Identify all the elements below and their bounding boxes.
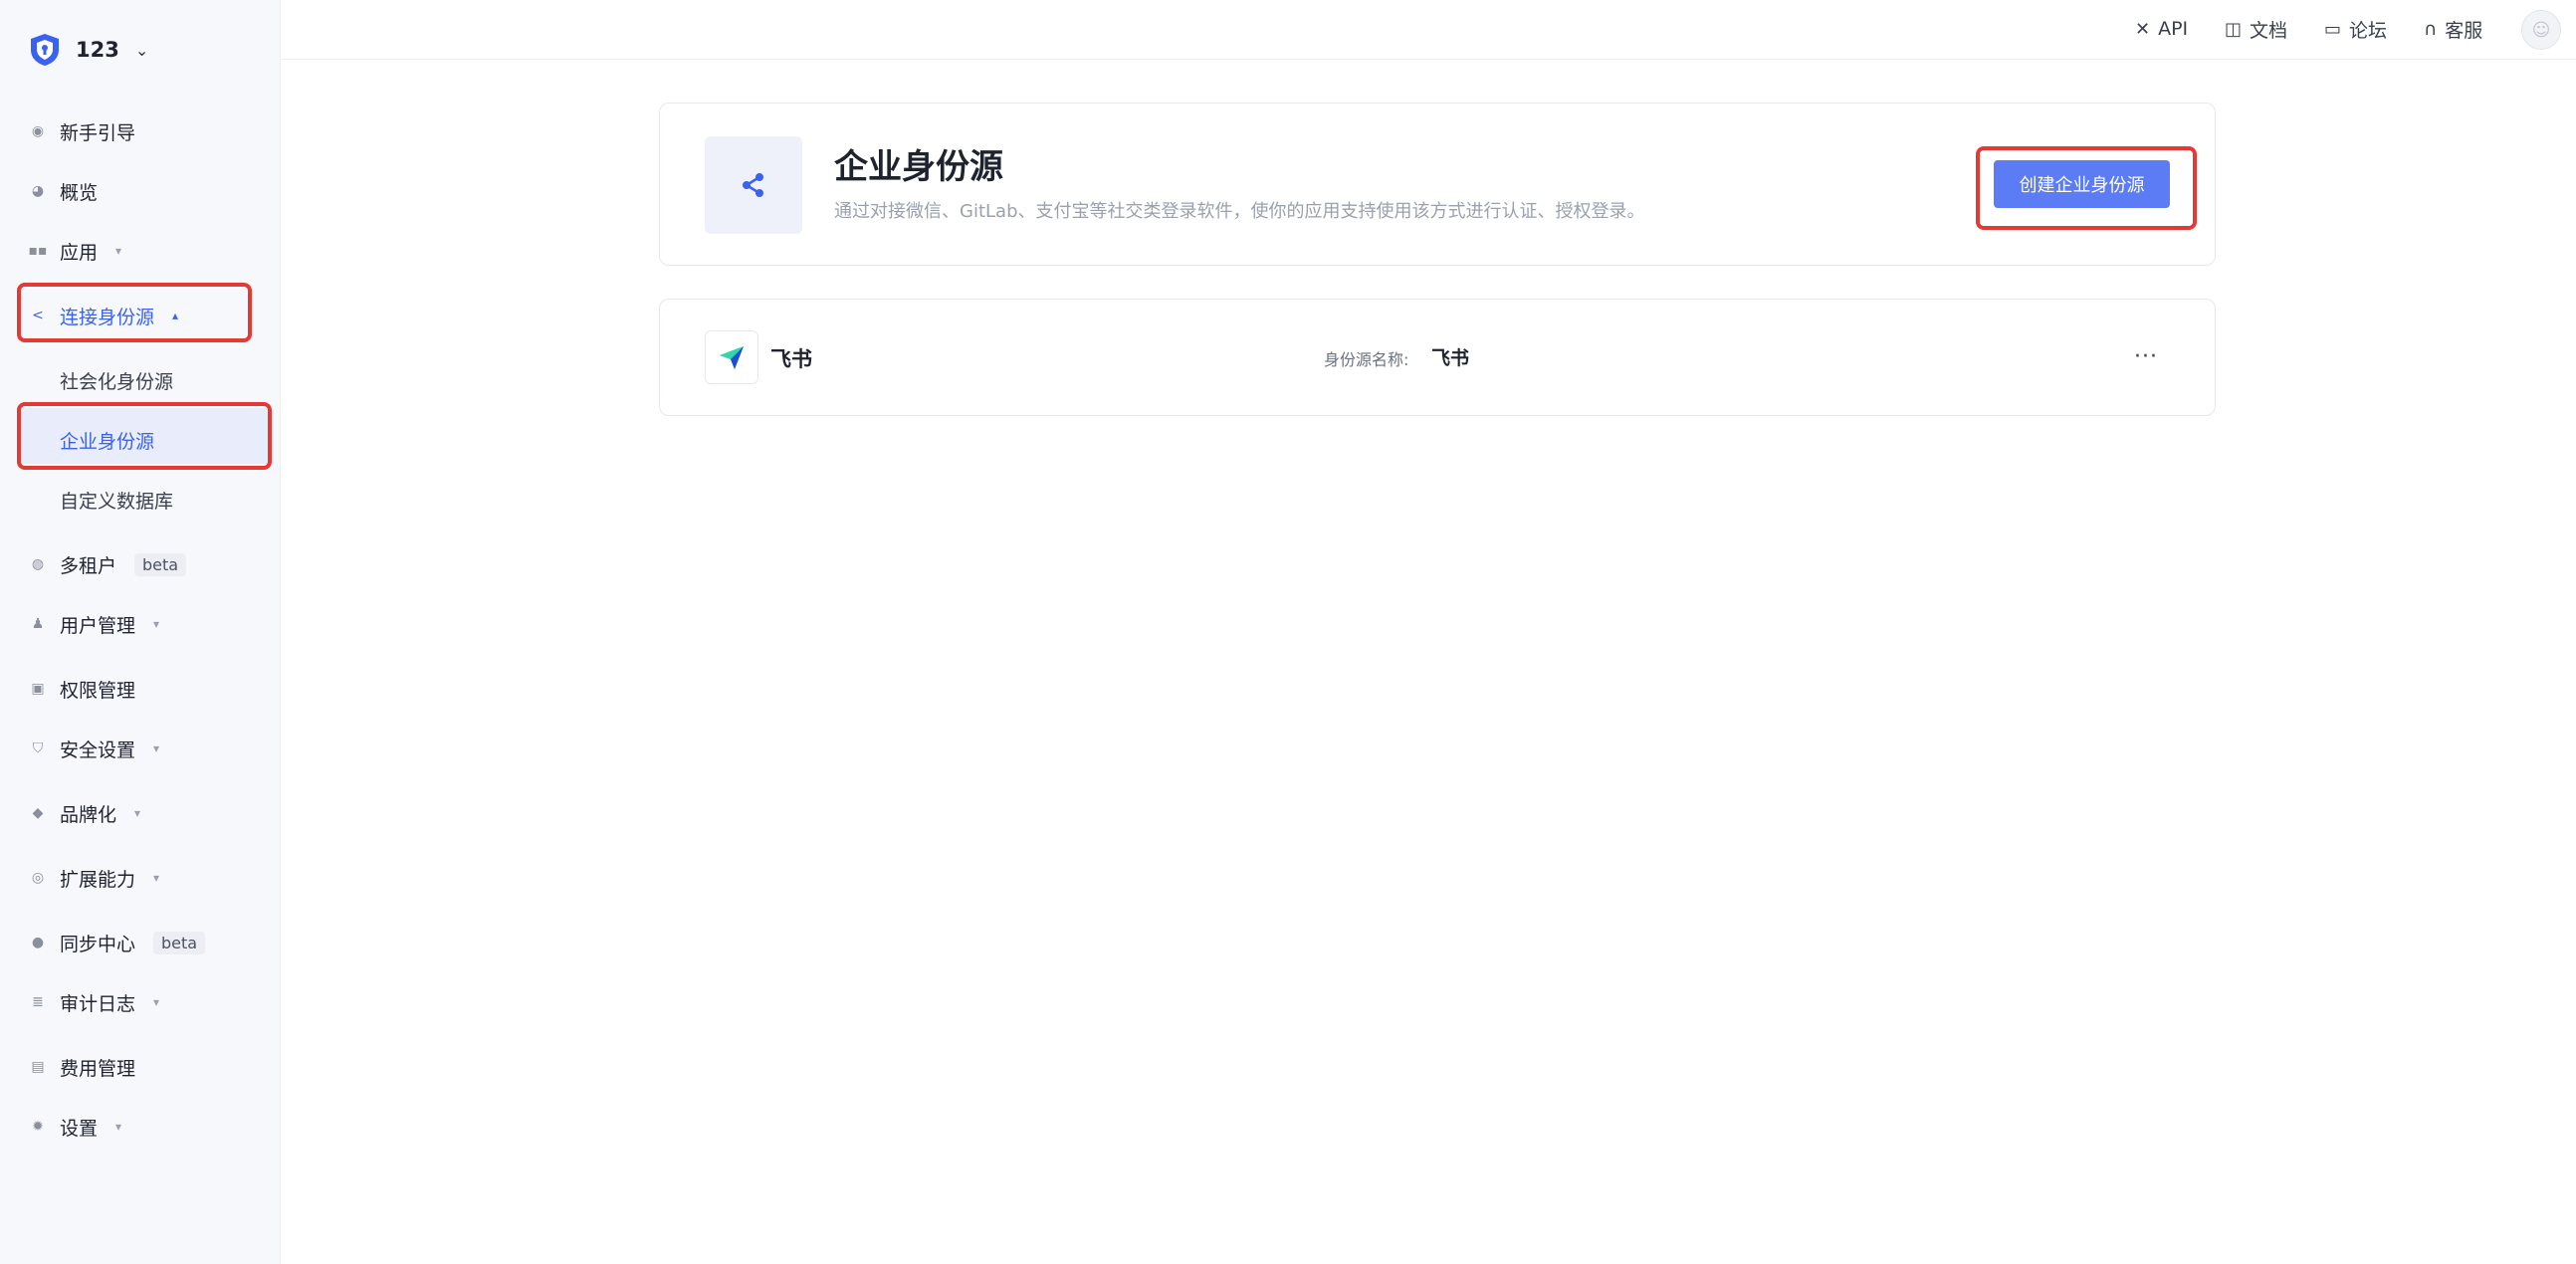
sidebar-item-label: 用户管理 — [60, 614, 136, 637]
api-link[interactable]: ✕ API — [2135, 14, 2188, 44]
sidebar-item-multi-tenant[interactable]: ◍ 多租户 beta — [30, 544, 187, 584]
sidebar-item-label: 应用 — [60, 241, 99, 264]
gear-icon: ✹ — [32, 1119, 44, 1135]
sidebar-item-label: 品牌化 — [60, 803, 117, 826]
support-link[interactable]: ∩ 客服 — [2424, 14, 2482, 44]
highlight-box-enterprise — [17, 402, 272, 470]
sidebar-item-apps[interactable]: ▪▪ 应用 ▾ — [28, 231, 122, 271]
sidebar-item-guide[interactable]: ◉ 新手引导 — [30, 111, 135, 151]
page-description: 通过对接微信、GitLab、支付宝等社交类登录软件，使你的应用支持使用该方式进行… — [834, 201, 1645, 222]
page-title: 企业身份源 — [834, 147, 1003, 187]
sidebar-item-users[interactable]: ♟ 用户管理 ▾ — [30, 604, 159, 644]
sidebar-item-label: 多租户 — [60, 554, 117, 577]
users-icon: ♟ — [31, 616, 45, 632]
beta-badge: beta — [153, 931, 206, 954]
chevron-down-icon: ▾ — [153, 617, 160, 631]
chevron-down-icon: ▾ — [153, 871, 160, 885]
sidebar-item-extensions[interactable]: ◎ 扩展能力 ▾ — [30, 858, 159, 898]
api-link-label: API — [2158, 18, 2189, 40]
sidebar-item-overview[interactable]: ◕ 概览 — [30, 171, 98, 211]
grid-icon: ▪▪ — [28, 243, 48, 259]
tenant-name: 123 — [76, 38, 119, 62]
docs-link-label: 文档 — [2250, 19, 2288, 42]
highlight-box-create-button — [1976, 146, 2197, 230]
log-icon: ≣ — [32, 994, 44, 1010]
sidebar-item-permissions[interactable]: ▣ 权限管理 — [30, 669, 135, 709]
sidebar-item-label: 同步中心 — [60, 933, 136, 955]
tenant-switcher[interactable]: 123 ⌄ — [28, 28, 148, 72]
shield-logo-icon — [31, 34, 59, 66]
headset-icon: ∩ — [2424, 18, 2438, 40]
palette-icon: ◆ — [32, 805, 44, 821]
book-icon: ◫ — [2225, 18, 2243, 40]
support-link-label: 客服 — [2445, 19, 2483, 42]
billing-icon: ▤ — [31, 1059, 45, 1075]
extension-icon: ◎ — [31, 870, 45, 886]
more-options-icon[interactable]: ··· — [2130, 336, 2162, 376]
highlight-box-connect-identity — [17, 283, 252, 342]
sidebar-item-label: 安全设置 — [60, 738, 136, 761]
globe-icon: ◍ — [31, 556, 45, 572]
sidebar-subitem-label: 社会化身份源 — [60, 370, 174, 393]
sidebar-item-billing[interactable]: ▤ 费用管理 — [30, 1047, 135, 1087]
chevron-down-icon: ▾ — [115, 1120, 122, 1134]
shield-icon: ⛉ — [32, 740, 44, 756]
sidebar-item-settings[interactable]: ✹ 设置 ▾ — [30, 1107, 121, 1147]
sidebar-item-label: 设置 — [60, 1117, 99, 1140]
sidebar-item-label: 费用管理 — [60, 1057, 136, 1080]
source-name: 飞书 — [770, 347, 812, 371]
chevron-down-icon: ⌄ — [134, 40, 149, 60]
sidebar-item-security[interactable]: ⛉ 安全设置 ▾ — [30, 729, 159, 768]
sidebar-subitem-custom-db[interactable]: 自定义数据库 — [60, 480, 173, 520]
source-name-value: 飞书 — [1431, 347, 1470, 369]
chevron-down-icon: ▾ — [153, 741, 160, 755]
pie-chart-icon: ◕ — [31, 183, 45, 199]
chevron-down-icon: ▾ — [115, 244, 122, 258]
beta-badge: beta — [134, 552, 187, 576]
sidebar-item-label: 权限管理 — [60, 679, 136, 702]
sidebar-item-sync[interactable]: ● 同步中心 beta — [30, 923, 206, 962]
chevron-down-icon: ▾ — [153, 995, 160, 1009]
sidebar-item-branding[interactable]: ◆ 品牌化 ▾ — [30, 793, 140, 833]
sidebar-item-label: 新手引导 — [60, 121, 136, 144]
sidebar-subitem-social[interactable]: 社会化身份源 — [60, 360, 173, 400]
lock-icon: ▣ — [31, 681, 45, 697]
sidebar-item-label: 概览 — [60, 181, 99, 204]
paper-plane-icon — [720, 346, 744, 369]
feishu-logo-icon — [705, 330, 758, 384]
chevron-down-icon: ▾ — [134, 806, 141, 820]
sidebar-subitem-label: 自定义数据库 — [60, 490, 174, 513]
sync-icon: ● — [31, 935, 45, 950]
source-name-label: 身份源名称: — [1324, 350, 1409, 369]
forum-link-label: 论坛 — [2349, 19, 2388, 42]
message-icon: ▭ — [2324, 18, 2342, 40]
docs-link[interactable]: ◫ 文档 — [2225, 14, 2287, 44]
forum-link[interactable]: ▭ 论坛 — [2324, 14, 2387, 44]
sidebar-item-label: 扩展能力 — [60, 868, 136, 891]
avatar[interactable]: ☺ — [2521, 10, 2561, 50]
compass-icon: ◉ — [31, 123, 45, 139]
tools-icon: ✕ — [2135, 18, 2151, 40]
hero-share-icon — [705, 136, 802, 234]
sidebar-item-label: 审计日志 — [60, 992, 136, 1015]
share-icon — [743, 173, 763, 197]
sidebar: 123 ⌄ ◉ 新手引导 ◕ 概览 ▪▪ 应用 ▾ < 连接身份源 ▴ 社会化身… — [0, 0, 281, 1264]
sidebar-item-audit-log[interactable]: ≣ 审计日志 ▾ — [30, 982, 159, 1022]
